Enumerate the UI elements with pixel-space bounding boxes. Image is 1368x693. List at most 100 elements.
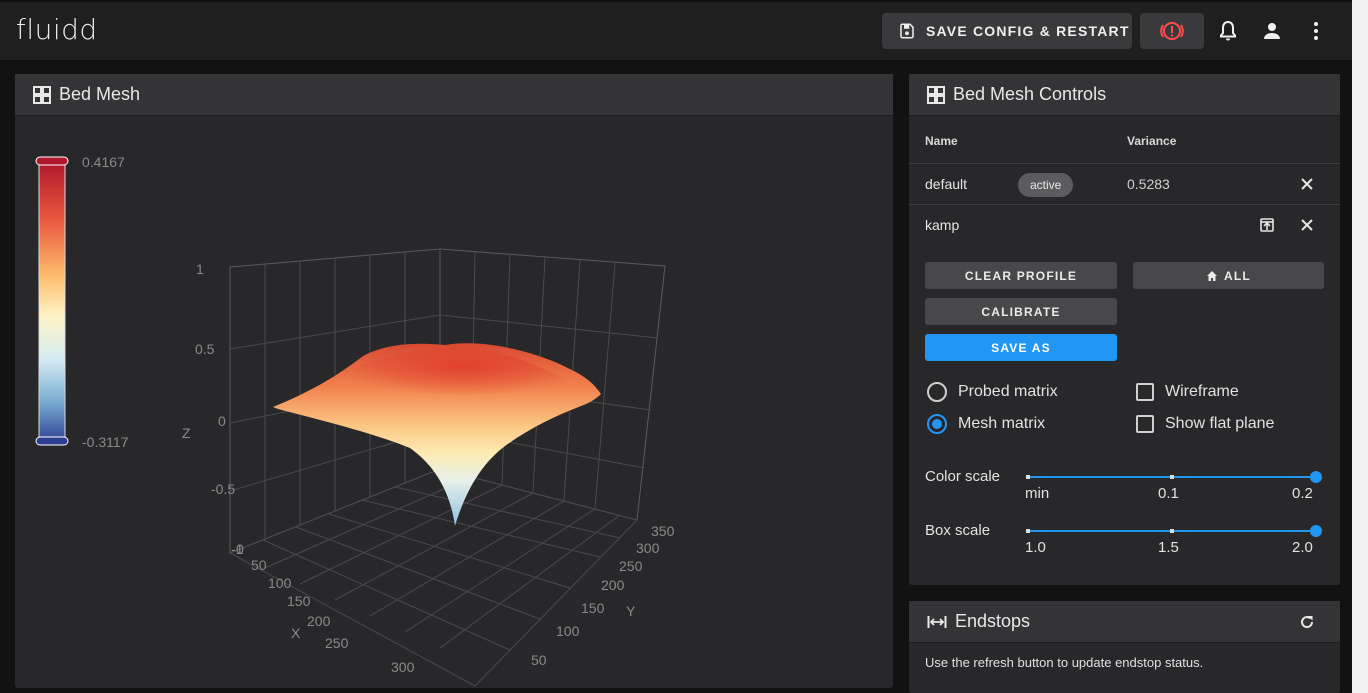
x-axis-label: X [291,625,301,641]
color-scale-bar: 0.4167 -0.3117 [35,154,129,450]
page-scrollbar[interactable] [1352,0,1368,693]
color-scale-slider[interactable] [1026,471,1322,483]
bed-mesh-title: Bed Mesh [59,84,141,104]
x-tick: 200 [307,613,331,629]
mesh-matrix-label: Mesh matrix [958,415,1046,432]
profile-variance: 0.5283 [1127,176,1170,192]
active-badge: active [1018,173,1074,197]
profile-row-default[interactable]: default active 0.5283 [909,163,1340,204]
show-flat-plane-checkbox[interactable]: Show flat plane [1136,415,1274,433]
column-header-variance: Variance [1127,134,1177,148]
z-tick: 0 [218,413,226,429]
z-tick: 1 [196,261,204,277]
arrow-expand-horizontal-icon [927,615,947,628]
grid-icon [927,85,945,104]
z-axis: 1 0.5 0 -0.5 -1 Z [182,261,244,557]
box-scale-tick-label: 1.0 [1025,539,1046,556]
bell-icon [1220,20,1236,41]
save-config-restart-button[interactable]: SAVE CONFIG & RESTART [882,13,1132,49]
slider-tick [1026,475,1030,479]
mesh-surface [273,343,601,526]
box-scale-thumb[interactable] [1310,525,1322,537]
profile-name: kamp [925,217,960,233]
calibrate-button[interactable]: CALIBRATE [925,298,1117,325]
app-bar: fluidd SAVE CONFIG & RESTART [0,0,1368,60]
box-scale-slider[interactable] [1026,525,1322,537]
bed-mesh-controls-card: Bed Mesh Controls Name Variance default … [909,74,1340,585]
remove-profile-close-icon[interactable] [1299,176,1315,192]
bed-mesh-card: Bed Mesh 0.4167 -0.3117 1 0.5 0 -0.5 -1 … [15,74,893,688]
bed-mesh-card-header: Bed Mesh [15,74,893,116]
remove-profile-close-icon[interactable] [1299,217,1315,233]
color-scale-tick-label: 0.2 [1292,485,1313,502]
account-icon [1264,23,1280,39]
dots-vertical-icon [1314,22,1318,40]
y-axis-label: Y [626,603,636,619]
y-tick: 300 [636,540,660,556]
wireframe-label: Wireframe [1165,383,1239,400]
probed-matrix-radio[interactable]: Probed matrix [927,382,1058,402]
column-header-name: Name [925,134,958,148]
y-tick: 150 [581,600,605,616]
home-all-label: ALL [1224,268,1251,283]
floppy-disk-icon [900,23,914,39]
endstops-header: Endstops [909,601,1340,643]
emergency-stop-button[interactable] [1140,13,1204,49]
save-as-button[interactable]: SAVE AS [925,334,1117,361]
wireframe-checkbox[interactable]: Wireframe [1136,383,1239,401]
x-tick: 300 [391,659,415,675]
refresh-icon[interactable] [1299,614,1315,630]
color-scale-max: 0.4167 [82,154,125,170]
x-tick: 150 [287,593,311,609]
home-all-button[interactable]: ALL [1133,262,1324,289]
save-config-restart-label: SAVE CONFIG & RESTART [926,23,1130,39]
x-tick: 100 [268,575,292,591]
endstops-message: Use the refresh button to update endstop… [925,655,1204,670]
radio-off-icon [927,382,947,402]
z-tick: -0.5 [211,481,235,497]
profile-row-kamp[interactable]: kamp [909,204,1340,245]
app-logo[interactable]: fluidd [16,13,98,46]
box-scale-tick-label: 2.0 [1292,539,1313,556]
box-scale-label: Box scale [925,522,991,539]
notifications-button[interactable] [1215,18,1241,44]
emergency-stop-icon [1160,22,1184,40]
box-scale-tick-label: 1.5 [1158,539,1179,556]
y-tick: 250 [619,558,643,574]
bed-mesh-controls-header: Bed Mesh Controls [909,74,1340,116]
color-scale-thumb[interactable] [1310,471,1322,483]
color-scale-min: -0.3117 [82,434,129,450]
y-tick: 200 [601,577,625,593]
y-tick: 100 [556,623,580,639]
profile-name: default [925,176,968,192]
slider-tick [1170,475,1174,479]
slider-tick [1026,529,1030,533]
color-scale-tick-label: min [1025,485,1050,502]
more-menu-button[interactable] [1303,18,1329,44]
z-axis-label: Z [182,425,191,441]
probed-matrix-label: Probed matrix [958,383,1058,400]
radio-on-icon [927,414,947,434]
y-tick: 50 [531,652,547,668]
show-flat-plane-label: Show flat plane [1165,415,1275,432]
clear-profile-button[interactable]: CLEAR PROFILE [925,262,1117,289]
color-scale-label: Color scale [925,468,1001,485]
x-tick: 50 [251,557,267,573]
endstops-title: Endstops [955,611,1031,631]
y-axis: 350 300 250 200 150 100 50 Y [531,523,675,668]
x-tick: 0 [236,541,244,557]
bed-mesh-controls-title: Bed Mesh Controls [953,84,1107,104]
checkbox-icon [1136,383,1154,401]
grid-icon [33,85,51,104]
slider-tick [1170,529,1174,533]
endstops-card: Endstops Use the refresh button to updat… [909,601,1340,693]
checkbox-icon [1136,415,1154,433]
y-tick: 350 [651,523,675,539]
z-tick: 0.5 [195,341,215,357]
x-tick: 250 [325,635,349,651]
load-profile-icon[interactable] [1259,217,1275,233]
home-icon [1207,270,1218,281]
bed-mesh-plot[interactable]: 0.4167 -0.3117 1 0.5 0 -0.5 -1 Z 0 50 10… [15,116,893,688]
mesh-matrix-radio[interactable]: Mesh matrix [927,414,1045,434]
account-button[interactable] [1259,18,1285,44]
